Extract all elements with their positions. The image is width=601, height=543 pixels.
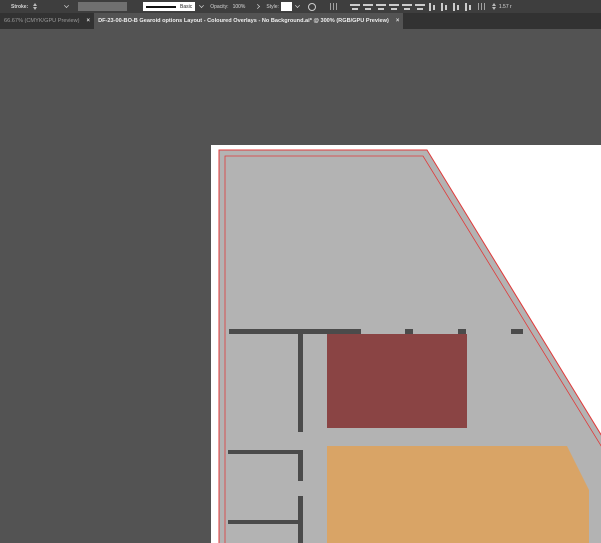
wall-vertical-lower[interactable] xyxy=(298,496,303,543)
brush-dropdown-chevron-icon[interactable] xyxy=(199,2,205,8)
stroke-profile-select[interactable]: Basic xyxy=(143,2,196,11)
align-bottom-icon[interactable] xyxy=(414,3,425,11)
distribute-top-icon[interactable] xyxy=(464,2,473,11)
floor-plan-artwork[interactable] xyxy=(211,145,601,543)
close-icon[interactable]: × xyxy=(87,18,91,24)
tab-label: DF-23-00-BO-B Gearoid options Layout - C… xyxy=(98,18,389,24)
grid-icon[interactable] xyxy=(329,3,339,10)
close-icon[interactable]: × xyxy=(396,18,400,24)
distribute-center-icon[interactable] xyxy=(440,2,449,11)
style-dropdown-chevron-icon[interactable] xyxy=(294,2,300,8)
align-center-icon[interactable] xyxy=(362,3,373,11)
distribute-right-icon[interactable] xyxy=(452,2,461,11)
room-overlay-red[interactable] xyxy=(327,334,467,428)
align-middle-icon[interactable] xyxy=(401,3,412,11)
reference-point-icon[interactable] xyxy=(477,3,487,10)
wall-horizontal-low[interactable] xyxy=(228,520,302,524)
opacity-input[interactable]: 100% xyxy=(233,4,246,10)
room-overlay-orange[interactable] xyxy=(327,446,589,543)
stroke-profile-label: Basic xyxy=(180,3,193,10)
wall-stub-2[interactable] xyxy=(458,329,466,334)
document-canvas[interactable] xyxy=(0,29,601,543)
distribute-left-icon[interactable] xyxy=(428,2,437,11)
wall-horizontal-mid[interactable] xyxy=(228,450,302,454)
wall-stub-1[interactable] xyxy=(405,329,413,334)
document-tab-bar: 66.67% (CMYK/GPU Preview) × DF-23-00-BO-… xyxy=(0,13,601,29)
tab-label: 66.67% (CMYK/GPU Preview) xyxy=(4,18,80,24)
align-top-icon[interactable] xyxy=(388,3,399,11)
width-stepper-icon[interactable] xyxy=(491,2,497,11)
stroke-dropdown-chevron-icon[interactable] xyxy=(64,2,70,8)
width-input[interactable]: 1.57 r xyxy=(499,4,512,10)
opacity-label: Opacity: xyxy=(210,3,229,10)
artboard[interactable] xyxy=(211,145,601,543)
align-right-icon[interactable] xyxy=(375,3,386,11)
stroke-profile-line xyxy=(146,5,176,8)
wall-vertical-main[interactable] xyxy=(298,334,303,432)
globe-icon[interactable] xyxy=(307,2,316,11)
stroke-stepper-icon[interactable] xyxy=(32,2,38,11)
style-label: Style: xyxy=(266,3,279,10)
opacity-expand-chevron-icon[interactable] xyxy=(255,4,261,9)
tab-document-2[interactable]: DF-23-00-BO-B Gearoid options Layout - C… xyxy=(94,13,404,29)
tab-document-1[interactable]: 66.67% (CMYK/GPU Preview) × xyxy=(0,13,94,29)
wall-vertical-short[interactable] xyxy=(298,450,303,481)
wall-stub-3[interactable] xyxy=(511,329,523,334)
graphic-style-swatch[interactable] xyxy=(280,2,292,11)
control-bar: Stroke: Basic Opacity: 100% Style: 1.57 … xyxy=(0,0,601,13)
variable-width-field[interactable] xyxy=(78,2,128,11)
align-left-icon[interactable] xyxy=(349,3,360,11)
stroke-label: Stroke: xyxy=(11,3,29,10)
wall-horizontal-top[interactable] xyxy=(229,329,361,334)
